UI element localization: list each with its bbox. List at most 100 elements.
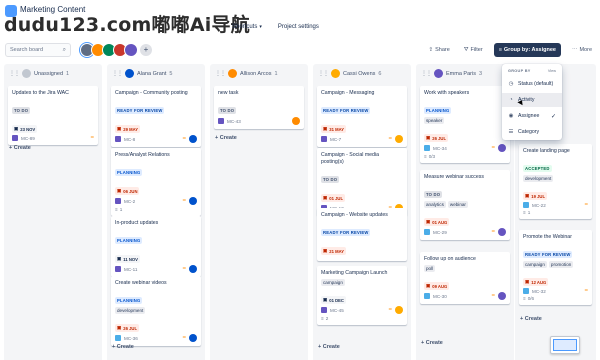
calendar-icon: ▣ (14, 126, 19, 131)
drag-handle-icon[interactable]: ⋮⋮ (421, 70, 432, 77)
avatar (189, 197, 197, 205)
avatar (189, 135, 197, 143)
create-button[interactable]: + Create (421, 340, 443, 346)
card[interactable]: Promote the Webinar READY FOR REVIEW cam… (519, 230, 592, 305)
category-icon: ☰ (508, 129, 514, 135)
create-button[interactable]: + Create (9, 145, 31, 151)
story-icon (12, 135, 18, 141)
subtask-icon: ≡ (523, 296, 526, 301)
due-date: ▣ 12 AUG (523, 278, 549, 286)
card[interactable]: new task TO DO MC-43 (214, 86, 304, 129)
board-minimap[interactable] (550, 336, 580, 354)
add-people-icon[interactable]: + (140, 44, 152, 56)
share-icon: ⇪ (428, 47, 434, 53)
due-date: ▣ 06 JUN (115, 187, 140, 195)
menu-item-assignee[interactable]: ◉ Assignee ✓ (502, 109, 562, 123)
due-date: ▣ 26 JUL (115, 324, 139, 332)
priority-medium-icon: = (182, 198, 186, 204)
due-date: ▣ 19 JUL (523, 192, 547, 200)
filter-button[interactable]: ⛛ Filter (461, 43, 486, 57)
tag-label: analytics (424, 201, 446, 208)
column-unassigned: ⋮⋮ Unassigned 1 Updates to the Jira WAC … (4, 64, 102, 360)
share-button[interactable]: ⇪ Share (426, 43, 453, 57)
calendar-icon: ▣ (117, 188, 122, 193)
tab-shortcuts[interactable]: Shortcuts ▾ (232, 24, 262, 30)
priority-medium-icon: = (584, 288, 588, 294)
drag-handle-icon[interactable]: ⋮⋮ (9, 70, 20, 77)
filter-icon: ⛛ (463, 46, 469, 53)
menu-item-activity[interactable]: ◔ Activity (502, 93, 562, 107)
subtask-icon: ≡ (523, 210, 526, 215)
tab-project-settings[interactable]: Project settings (278, 24, 319, 30)
view-link[interactable]: View (548, 69, 556, 73)
column-header: ⋮⋮ Emma Paris 3 (421, 69, 483, 78)
group-by-button[interactable]: ≡ Group by: Assignee (493, 43, 561, 57)
search-input[interactable]: Search board ⌕ (5, 43, 71, 57)
calendar-icon: ▣ (426, 135, 431, 140)
story-icon (321, 136, 327, 142)
drag-handle-icon[interactable]: ⋮⋮ (112, 70, 123, 77)
card[interactable]: In-product updates PLANNING ▣ 11 NOV MC-1… (111, 216, 201, 277)
subtask-icon: ≡ (321, 316, 324, 321)
due-date: ▣ 11 NOV (115, 255, 140, 263)
menu-item-category[interactable]: ☰ Category (502, 125, 562, 139)
column-header: ⋮⋮ Allison Arcos 1 (215, 69, 278, 78)
card[interactable]: Updates to the Jira WAC TO DO ▣ 23 NOV MC… (8, 86, 98, 145)
task-icon (424, 229, 430, 235)
create-button[interactable]: + Create (112, 344, 134, 350)
create-button[interactable]: + Create (318, 344, 340, 350)
avatar (395, 306, 403, 314)
tag-label: webinar (447, 201, 468, 208)
calendar-icon: ▣ (323, 126, 328, 131)
card[interactable]: Campaign - Messaging READY FOR REVIEW ▣ 3… (317, 86, 407, 147)
priority-medium-icon: = (388, 136, 392, 142)
avatar (125, 69, 134, 78)
calendar-icon: ▣ (525, 279, 530, 284)
calendar-icon: ▣ (525, 193, 530, 198)
card[interactable]: Create landing page ACCEPTED development… (519, 144, 592, 219)
due-date: ▣ 01 JUL (321, 194, 345, 202)
search-icon: ⌕ (62, 47, 66, 53)
card[interactable]: Work with speakers PLANNING speaker ▣ 26 … (420, 86, 510, 163)
card[interactable]: Campaign - Social media posting(s) TO DO… (317, 148, 407, 216)
priority-medium-icon: = (584, 202, 588, 208)
minimap-viewport[interactable] (553, 339, 577, 351)
menu-item-status[interactable]: ◷ Status (default) (502, 77, 562, 91)
card[interactable]: Marketing Campaign Launch campaign ▣ 01 D… (317, 266, 407, 325)
priority-medium-icon: = (491, 145, 495, 151)
subtask-count: ≡ 1 (523, 210, 531, 215)
create-button[interactable]: + Create (215, 135, 237, 141)
card[interactable]: Measure webinar success TO DO analytics w… (420, 170, 510, 240)
task-icon (424, 145, 430, 151)
calendar-icon: ▣ (117, 325, 122, 330)
priority-medium-icon: = (491, 229, 495, 235)
avatar-filter[interactable] (124, 43, 138, 57)
calendar-icon: ▣ (323, 297, 328, 302)
avatar (498, 144, 506, 152)
calendar-icon: ▣ (426, 219, 431, 224)
drag-handle-icon[interactable]: ⋮⋮ (215, 70, 226, 77)
task-icon (523, 202, 529, 208)
due-date: ▣ 23 NOV (12, 125, 38, 133)
calendar-icon: ▣ (323, 248, 328, 253)
avatar (189, 265, 197, 273)
subtask-icon: ≡ (115, 207, 118, 212)
more-button[interactable]: ⋯ More (569, 43, 595, 57)
priority-medium-icon: = (90, 135, 94, 141)
card[interactable]: Press/Analyst Relations PLANNING ▣ 06 JUN… (111, 148, 201, 216)
subtask-count: ≡ 1 (115, 207, 123, 212)
create-button[interactable]: + Create (520, 316, 542, 322)
priority-medium-icon: = (491, 293, 495, 299)
column-header: ⋮⋮ Cassi Owens 6 (318, 69, 382, 78)
card[interactable]: Campaign - Website updates READY FOR REV… (317, 208, 407, 261)
card[interactable]: Follow up on audience poll ▣ 09 AUG MC-30… (420, 252, 510, 304)
due-date: ▣ 31 MAY (321, 125, 347, 133)
story-icon (321, 307, 327, 313)
card[interactable]: Campaign - Community posting READY FOR R… (111, 86, 201, 147)
avatar (189, 334, 197, 342)
column-header: ⋮⋮ Unassigned 1 (9, 69, 70, 78)
drag-handle-icon[interactable]: ⋮⋮ (318, 70, 329, 77)
card[interactable]: Create webinar videos PLANNING developme… (111, 276, 201, 346)
board-toolbar: Search board ⌕ + ⇪ Share ⛛ Filter ≡ Group b… (0, 41, 600, 59)
group-icon: ≡ (498, 47, 502, 53)
